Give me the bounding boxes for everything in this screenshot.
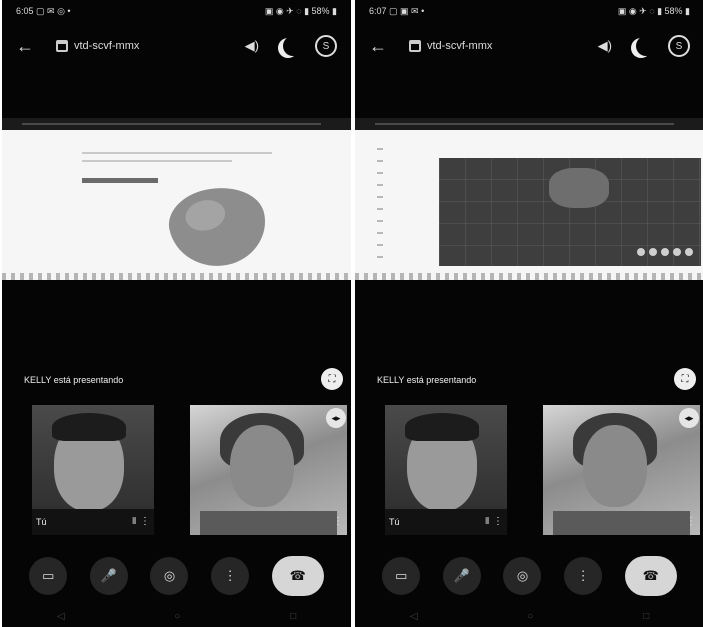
present-icon[interactable]: ◎ [150, 557, 189, 595]
speaker-icon[interactable]: ◀) [245, 38, 259, 54]
nav-home-icon[interactable]: ○ [174, 611, 180, 622]
self-video-tile[interactable]: Tú ⫴ ⋮ [32, 405, 154, 535]
calendar-icon [409, 40, 421, 52]
participant-face [583, 425, 647, 507]
nav-recents-icon[interactable]: □ [643, 611, 649, 622]
camera-toggle-icon[interactable]: ▭ [29, 557, 68, 595]
tile-more-icon[interactable]: ⋮ [140, 516, 150, 527]
shared-screen-scroll-strip [2, 273, 351, 280]
mic-level-icon: ⫴ [132, 516, 136, 526]
shared-screen-toolbar [2, 118, 351, 130]
audio-indicator-icon: ◂▸ [679, 408, 699, 428]
participant-video-tile[interactable]: ⋮ [190, 405, 347, 535]
participant-body [553, 511, 690, 535]
map-control-dots [637, 248, 693, 256]
status-icons: ▣ ◉ ✈ ◌ ▮ 58% ▮ [264, 5, 337, 16]
more-options-icon[interactable]: ⋮ [211, 557, 250, 595]
shared-screen-scroll-strip [355, 273, 703, 280]
side-ruler [377, 148, 383, 258]
participant-video-tile[interactable]: ⋮ [543, 405, 700, 535]
status-icons: ▣ ◉ ✈ ◌ ▮ 58% ▮ [617, 5, 690, 16]
shared-screen-toolbar [355, 118, 703, 130]
present-icon[interactable]: ◎ [503, 557, 542, 595]
presenting-label: KELLY está presentando [24, 375, 124, 385]
camera-toggle-icon[interactable]: ▭ [382, 557, 421, 595]
back-arrow-icon[interactable]: ← [16, 36, 38, 57]
android-nav-bar: ◁ ○ □ [2, 605, 351, 627]
mic-level-icon: ⫴ [485, 516, 489, 526]
presenting-label: KELLY está presentando [377, 375, 477, 385]
document-header-bar [82, 178, 158, 183]
shared-screen-content [355, 130, 703, 280]
tile-name: Tú [36, 517, 47, 527]
nav-recents-icon[interactable]: □ [290, 611, 296, 622]
call-controls: ▭ 🎤 ◎ ⋮ ☎ [355, 548, 703, 604]
end-call-button[interactable]: ☎ [271, 556, 324, 596]
calendar-icon [56, 40, 68, 52]
meeting-code: vtd-scvf-mmx [74, 40, 140, 52]
meet-top-bar: ← vtd-scvf-mmx ◀) S [2, 24, 351, 68]
shared-map-shape [162, 178, 274, 276]
nav-home-icon[interactable]: ○ [527, 611, 533, 622]
call-controls: ▭ 🎤 ◎ ⋮ ☎ [2, 548, 351, 604]
nav-back-icon[interactable]: ◁ [57, 611, 65, 622]
audio-indicator-icon: ◂▸ [326, 408, 346, 428]
tile-name: Tú [389, 517, 400, 527]
more-options-icon[interactable]: ⋮ [564, 557, 603, 595]
moon-icon [636, 36, 656, 56]
mic-toggle-icon[interactable]: 🎤 [89, 557, 128, 595]
tile-more-icon[interactable]: ⋮ [333, 516, 343, 527]
satellite-map-panel [439, 158, 701, 266]
status-time: 6:07 ▢ ▣ ✉ • [369, 5, 425, 16]
participant-hair [52, 413, 126, 441]
end-call-button[interactable]: ☎ [624, 556, 677, 596]
mic-toggle-icon[interactable]: 🎤 [442, 557, 481, 595]
phone-screen-right: 6:07 ▢ ▣ ✉ • ▣ ◉ ✈ ◌ ▮ 58% ▮ ← vtd-scvf-… [355, 0, 703, 627]
shared-screen-content [2, 130, 351, 280]
phone-screen-left: 6:05 ▢ ✉ ◎ • ▣ ◉ ✈ ◌ ▮ 58% ▮ ← vtd-scvf-… [2, 0, 351, 627]
tile-more-icon[interactable]: ⋮ [493, 516, 503, 527]
participant-body [200, 511, 337, 535]
switch-camera-icon[interactable]: S [315, 35, 337, 57]
meet-top-bar: ← vtd-scvf-mmx ◀) S [355, 24, 703, 68]
meeting-code: vtd-scvf-mmx [427, 40, 493, 52]
document-text-line [82, 152, 272, 154]
fullscreen-icon[interactable]: ⛶ [321, 368, 343, 390]
tile-more-icon[interactable]: ⋮ [686, 516, 696, 527]
back-arrow-icon[interactable]: ← [369, 36, 391, 57]
moon-icon [283, 36, 303, 56]
android-nav-bar: ◁ ○ □ [355, 605, 703, 627]
participant-hair [405, 413, 479, 441]
nav-back-icon[interactable]: ◁ [410, 611, 418, 622]
status-bar: 6:07 ▢ ▣ ✉ • ▣ ◉ ✈ ◌ ▮ 58% ▮ [355, 0, 703, 22]
fullscreen-icon[interactable]: ⛶ [674, 368, 696, 390]
document-text-line [82, 160, 232, 162]
participant-face [230, 425, 294, 507]
speaker-icon[interactable]: ◀) [598, 38, 612, 54]
self-video-tile[interactable]: Tú ⫴ ⋮ [385, 405, 507, 535]
status-bar: 6:05 ▢ ✉ ◎ • ▣ ◉ ✈ ◌ ▮ 58% ▮ [2, 0, 351, 22]
status-time: 6:05 ▢ ✉ ◎ • [16, 5, 71, 16]
switch-camera-icon[interactable]: S [668, 35, 690, 57]
